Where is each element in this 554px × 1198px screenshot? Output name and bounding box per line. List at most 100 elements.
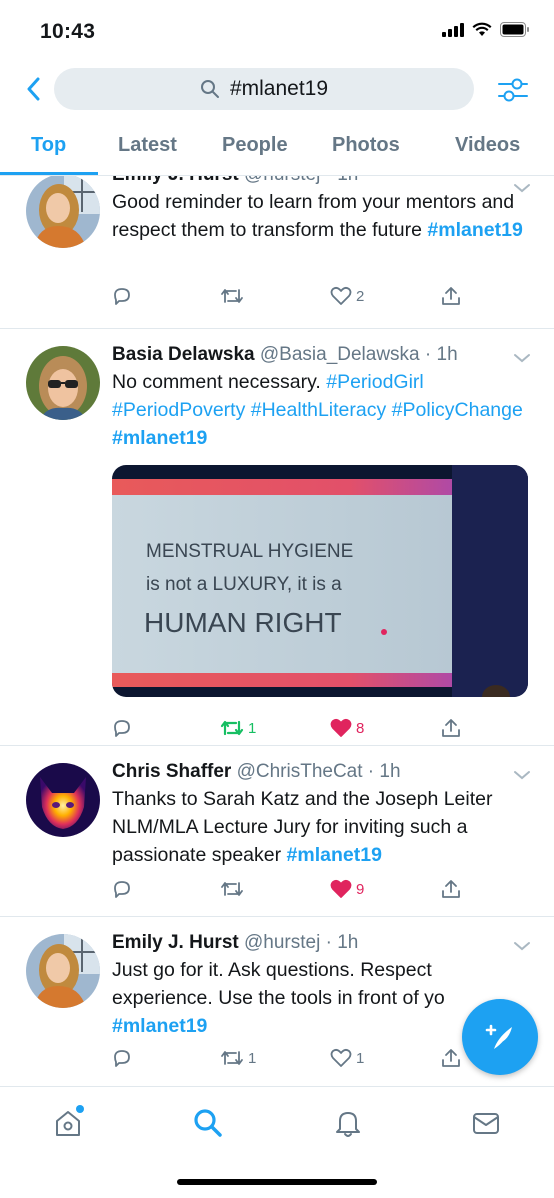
reply-button[interactable]	[112, 714, 132, 742]
tab-people[interactable]: People	[222, 134, 288, 157]
like-count: 8	[356, 719, 365, 737]
avatar[interactable]	[26, 934, 100, 1008]
hashtag-link[interactable]: #mlanet19	[112, 427, 207, 449]
share-icon	[442, 1049, 460, 1067]
share-button[interactable]	[440, 875, 462, 903]
tab-videos[interactable]: Videos	[455, 134, 520, 157]
tweet-actions: 1 8	[112, 714, 472, 742]
hashtag-link[interactable]: #PolicyChange	[392, 399, 523, 421]
tweet-header: Emily J. Hurst @hurstej · 1h	[112, 932, 359, 953]
share-button[interactable]	[440, 1044, 462, 1072]
like-button[interactable]: 8	[330, 714, 364, 742]
retweet-button[interactable]: 1	[220, 1044, 256, 1072]
reply-icon	[114, 881, 130, 898]
retweet-button[interactable]	[220, 282, 244, 310]
tweet-actions: 1 1	[112, 1044, 472, 1072]
tweet-header: Emily J. Hurst @hurstej · 1h	[112, 176, 528, 188]
search-icon	[194, 1109, 222, 1137]
tab-photos[interactable]: Photos	[332, 134, 400, 157]
avatar[interactable]	[26, 176, 100, 248]
tweet-media-image[interactable]: MENSTRUAL HYGIENE is not a LUXURY, it is…	[112, 465, 528, 697]
tab-latest[interactable]: Latest	[118, 134, 177, 157]
tweet-time: 1h	[436, 344, 458, 365]
hashtag-link[interactable]: #PeriodPoverty	[112, 399, 245, 421]
mail-icon	[473, 1113, 499, 1134]
heart-icon	[330, 879, 352, 898]
avatar[interactable]	[26, 763, 100, 837]
chevron-down-icon[interactable]	[512, 348, 532, 368]
avatar[interactable]	[26, 346, 100, 420]
hashtag-link[interactable]: #HealthLiteracy	[251, 399, 387, 421]
retweet-icon	[221, 882, 243, 896]
reply-button[interactable]	[112, 875, 132, 903]
chevron-down-icon[interactable]	[512, 765, 532, 785]
author-handle[interactable]: @ChrisTheCat	[237, 761, 363, 782]
tweet[interactable]: Basia Delawska @Basia_Delawska · 1h No c…	[0, 329, 554, 746]
tweet-actions: 2	[112, 282, 472, 310]
author-handle[interactable]: @hurstej	[244, 932, 320, 953]
tweet-time: 1h	[337, 176, 358, 185]
reply-button[interactable]	[112, 1044, 132, 1072]
search-icon	[200, 80, 219, 98]
tweet-header: Chris Shaffer @ChrisTheCat · 1h	[112, 761, 401, 782]
search-filter-button[interactable]	[496, 73, 530, 107]
retweet-icon	[221, 289, 243, 303]
nav-messages[interactable]	[466, 1103, 506, 1143]
share-button[interactable]	[440, 282, 462, 310]
tweet-text-body: Just go for it. Ask questions. Respect e…	[112, 959, 445, 1009]
author-name[interactable]: Basia Delawska	[112, 344, 255, 365]
author-name[interactable]: Emily J. Hurst	[112, 932, 239, 953]
slide-line-2: is not a LUXURY, it is a	[146, 574, 342, 595]
search-input[interactable]: #mlanet19	[54, 68, 474, 110]
wifi-icon	[472, 22, 492, 36]
home-indicator	[177, 1179, 377, 1185]
like-button[interactable]: 1	[330, 1044, 364, 1072]
hashtag-link[interactable]: #PeriodGirl	[326, 371, 424, 393]
back-button[interactable]	[18, 74, 48, 104]
nav-notifications[interactable]	[328, 1103, 368, 1143]
compose-tweet-button[interactable]	[462, 999, 538, 1075]
heart-icon	[330, 286, 352, 305]
retweet-button[interactable]	[220, 875, 244, 903]
like-count: 1	[356, 1049, 365, 1067]
like-count: 2	[356, 287, 365, 305]
retweet-button[interactable]: 1	[220, 714, 256, 742]
tweet[interactable]: Emily J. Hurst @hurstej · 1h Good remind…	[0, 176, 554, 329]
reply-icon	[114, 1050, 130, 1067]
share-icon	[442, 880, 460, 898]
tweet[interactable]: Chris Shaffer @ChrisTheCat · 1h Thanks t…	[0, 746, 554, 917]
battery-icon	[500, 22, 529, 37]
tweet-text: No comment necessary. #PeriodGirl #Perio…	[112, 368, 528, 452]
author-handle[interactable]: @Basia_Delawska	[260, 344, 420, 365]
chevron-down-icon[interactable]	[512, 178, 532, 198]
share-button[interactable]	[440, 714, 462, 742]
share-icon	[442, 287, 460, 305]
like-button[interactable]: 2	[330, 282, 364, 310]
nav-home[interactable]	[48, 1103, 88, 1143]
chevron-down-icon[interactable]	[512, 936, 532, 956]
slide-line-1: MENSTRUAL HYGIENE	[146, 541, 353, 562]
hashtag-link[interactable]: #mlanet19	[427, 219, 522, 241]
tab-top[interactable]: Top	[31, 134, 66, 157]
hashtag-link[interactable]: #mlanet19	[287, 844, 382, 866]
author-name[interactable]: Chris Shaffer	[112, 761, 231, 782]
tweet-time: 1h	[379, 761, 401, 782]
filter-sliders-icon	[498, 78, 528, 102]
search-tabs: Top Latest People Photos Videos	[0, 120, 554, 176]
retweet-icon	[220, 720, 244, 736]
nav-search[interactable]	[188, 1103, 228, 1143]
tweet-feed[interactable]: Emily J. Hurst @hurstej · 1h Good remind…	[0, 176, 554, 1086]
reply-button[interactable]	[112, 282, 132, 310]
author-handle[interactable]: @hurstej	[244, 176, 320, 185]
tweet-actions: 9	[112, 875, 472, 903]
retweet-icon	[221, 1051, 243, 1065]
tweet-text: Good reminder to learn from your mentors…	[112, 188, 528, 244]
tweet-time: 1h	[337, 932, 359, 953]
notification-dot	[76, 1105, 84, 1113]
retweet-count: 1	[248, 719, 257, 737]
like-button[interactable]: 9	[330, 875, 364, 903]
author-name[interactable]: Emily J. Hurst	[112, 176, 239, 185]
tweet-header: Basia Delawska @Basia_Delawska · 1h	[112, 344, 458, 365]
reply-icon	[114, 288, 130, 305]
hashtag-link[interactable]: #mlanet19	[112, 1015, 207, 1037]
